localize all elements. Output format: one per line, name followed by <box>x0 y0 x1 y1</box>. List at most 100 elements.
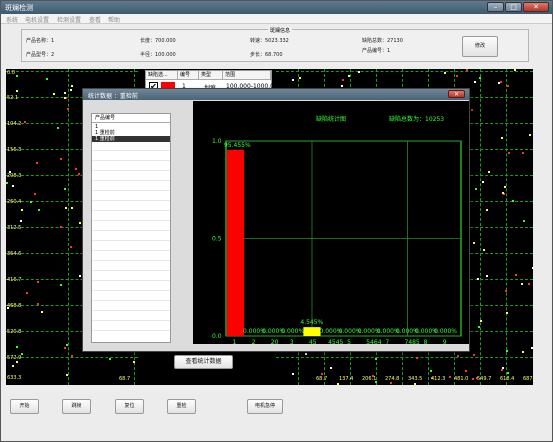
defect-dot <box>521 283 523 285</box>
start-button[interactable]: 开始 <box>10 399 39 414</box>
defect-dot <box>522 152 524 154</box>
defect-dot <box>53 93 55 95</box>
defect-dot <box>305 353 307 355</box>
defect-dot <box>64 97 66 99</box>
defect-dot <box>60 284 62 286</box>
defect-dot <box>78 173 80 175</box>
defect-dot <box>472 378 474 380</box>
defect-dot <box>501 369 503 371</box>
x-tick-label: 8 <box>424 339 428 344</box>
length-label: 长度：700.000 <box>140 38 176 44</box>
menu-item-view[interactable]: 查看 <box>89 15 101 24</box>
x-tick-label: 9 <box>443 339 447 344</box>
menu-item-system[interactable]: 系统 <box>6 15 18 24</box>
defect-dot <box>449 376 451 378</box>
view-stats-button[interactable]: 查看统计数据 <box>174 355 233 369</box>
menu-item-detection-settings[interactable]: 检测设置 <box>57 15 81 24</box>
defect-dot <box>70 89 72 91</box>
y-axis-label: 104.2 <box>7 121 22 127</box>
defect-dot <box>414 383 416 385</box>
defect-total-label: 缺陷总数：27130 <box>362 38 403 44</box>
table-header-number[interactable]: 编号 <box>178 71 199 80</box>
x-tick-label: 5 <box>347 339 351 344</box>
defect-dot <box>75 168 77 170</box>
table-header-range[interactable]: 范围 <box>223 71 271 80</box>
x-axis-label: 481.0 <box>454 376 469 382</box>
defect-dot <box>38 209 40 211</box>
defect-dot <box>26 292 28 294</box>
close-button[interactable]: ✕ <box>523 2 549 12</box>
modify-button[interactable]: 修改 <box>462 36 498 57</box>
defect-dot <box>506 350 508 352</box>
x-tick-label: 45 <box>309 339 317 344</box>
maximize-button[interactable]: □ <box>505 2 522 12</box>
y-tick-label: 1.0 <box>212 138 222 145</box>
y-tick-label: 0.0 <box>212 333 222 340</box>
defect-dot <box>504 186 506 188</box>
defect-dot <box>473 354 475 356</box>
x-tick-label: 3 <box>290 339 294 344</box>
menu-item-motor-settings[interactable]: 电机设置 <box>25 15 49 24</box>
defect-dot <box>478 326 480 328</box>
jump-button[interactable]: 跳帧 <box>62 399 91 414</box>
defect-dot <box>60 226 62 228</box>
list-item-selected[interactable]: 1 重检前 <box>92 136 170 142</box>
menu-item-help[interactable]: 帮助 <box>108 15 120 24</box>
defect-dot <box>529 134 531 136</box>
defect-dot <box>292 373 294 375</box>
defect-dot <box>523 220 525 222</box>
defect-dot <box>64 188 66 190</box>
x-axis-label: 68.7 <box>119 376 131 382</box>
chart-bar <box>226 149 245 336</box>
defect-dot <box>506 312 508 314</box>
table-header-select[interactable]: 缺陷选... <box>146 71 178 80</box>
defect-dot <box>515 274 517 276</box>
main-window: 斑斓检测 – □ ✕ 系统 电机设置 检测设置 查看 帮助 斑斓信息 产品名称：… <box>0 0 553 442</box>
defect-dot <box>65 207 67 209</box>
info-panel: 斑斓信息 产品名称：1 长度：700.000 转速：5023.332 缺陷总数：… <box>21 27 529 62</box>
defect-dot <box>71 85 73 87</box>
defect-dot <box>528 283 530 285</box>
dialog-close-button[interactable]: ✕ <box>448 90 465 98</box>
x-tick-label: 20 <box>271 339 279 344</box>
data-label: 0.000% <box>434 328 457 335</box>
y-axis-label: 52.1 <box>7 95 19 101</box>
defect-dot <box>21 209 23 211</box>
minimize-button[interactable]: – <box>487 2 504 12</box>
y-axis-label: 633.3 <box>7 375 22 381</box>
grid-line <box>6 71 138 72</box>
motor-stop-button[interactable]: 电机急停 <box>247 399 283 414</box>
defect-dot <box>507 85 509 87</box>
product-list-header[interactable]: 产品编号 <box>92 114 170 123</box>
info-panel-title: 斑斓信息 <box>268 27 293 34</box>
defect-dot <box>508 152 510 154</box>
product-number-label: 产品编号：1 <box>362 48 391 54</box>
reset-button[interactable]: 复位 <box>115 399 144 414</box>
recheck-button[interactable]: 重检 <box>167 399 196 414</box>
defect-dot <box>479 77 481 79</box>
defect-dot <box>337 383 339 385</box>
y-axis-label: 260.4 <box>7 199 22 205</box>
defect-dot <box>500 81 502 83</box>
defect-dot <box>64 92 66 94</box>
defect-dot <box>67 108 69 110</box>
title-bar: 斑斓检测 – □ ✕ <box>1 1 552 14</box>
x-axis-label: 68.7 <box>316 376 328 382</box>
defect-dot <box>20 220 22 222</box>
defect-dot <box>466 69 468 71</box>
x-axis-label: 343.5 <box>408 376 423 382</box>
defect-dot <box>477 278 479 280</box>
table-header-type[interactable]: 类型 <box>199 71 223 80</box>
defect-dot <box>486 275 488 277</box>
grid-line <box>6 357 138 358</box>
defect-dot <box>486 209 488 211</box>
x-axis-label: 412.3 <box>431 376 446 382</box>
defect-dot <box>299 77 301 79</box>
x-tick-label: 7 <box>385 339 389 344</box>
x-axis-label: 137.4 <box>339 376 354 382</box>
defect-dot <box>444 72 446 74</box>
defect-dot <box>46 78 48 80</box>
x-axis-label: 206.1 <box>362 376 377 382</box>
defect-dot <box>16 90 18 92</box>
chart-bar <box>303 327 321 336</box>
